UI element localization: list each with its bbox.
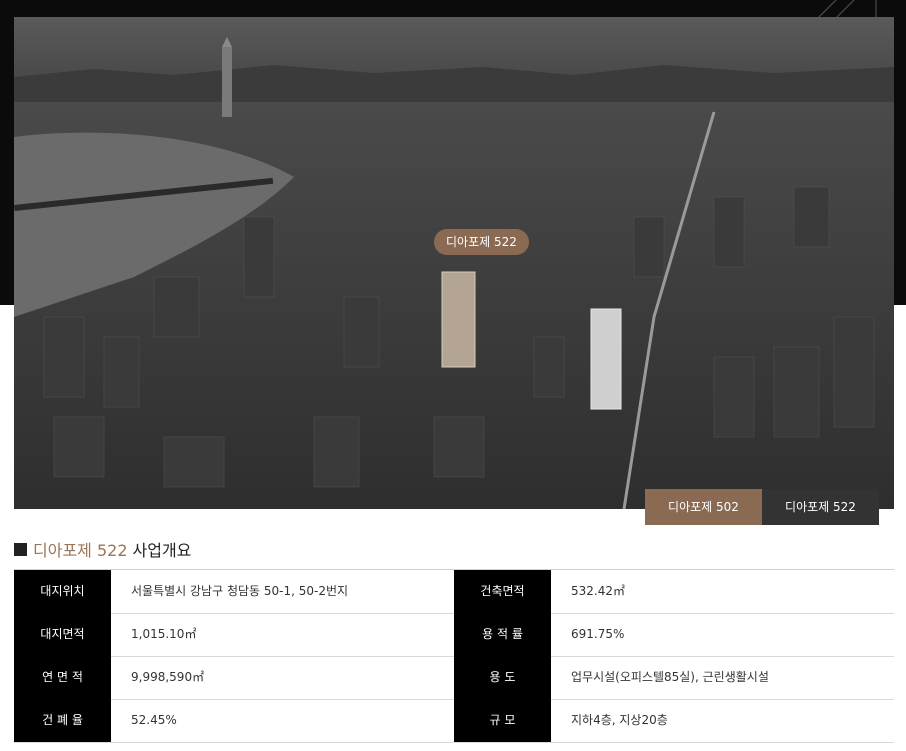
section-title-accent: 디아포제 522	[33, 541, 128, 560]
row-label: 건축면적	[454, 570, 551, 613]
section-title: 디아포제 522 사업개요	[14, 537, 191, 561]
map-marker-label: 디아포제 522	[434, 229, 529, 255]
row-label: 용 적 률	[454, 613, 551, 656]
overview-table: 대지위치 서울특별시 강남구 청담동 50-1, 50-2번지 건축면적 532…	[14, 569, 894, 743]
row-label: 건 폐 율	[14, 699, 111, 742]
table-row: 건 폐 율 52.45% 규 모 지하4층, 지상20층	[14, 699, 894, 743]
row-label: 규 모	[454, 699, 551, 742]
square-bullet-icon	[14, 542, 27, 556]
row-value: 532.42㎡	[571, 584, 625, 598]
row-label: 연 면 적	[14, 656, 111, 699]
row-value: 691.75%	[571, 627, 625, 641]
table-row: 연 면 적 9,998,590㎡ 용 도 업무시설(오피스텔85실), 근린생활…	[14, 656, 894, 700]
row-label: 대지면적	[14, 613, 111, 656]
table-row: 대지위치 서울특별시 강남구 청담동 50-1, 50-2번지 건축면적 532…	[14, 570, 894, 614]
tab-diapoje-522[interactable]: 디아포제 522	[762, 489, 879, 525]
row-value: 업무시설(오피스텔85실), 근린생활시설	[571, 670, 769, 684]
row-value: 1,015.10㎡	[131, 627, 197, 641]
row-value: 52.45%	[131, 713, 177, 727]
table-row: 대지면적 1,015.10㎡ 용 적 률 691.75%	[14, 613, 894, 657]
aerial-city-photo: 디아포제 522	[14, 17, 894, 509]
city-illustration	[14, 17, 894, 509]
row-value: 지하4층, 지상20층	[571, 713, 668, 727]
row-label: 대지위치	[14, 570, 111, 613]
tab-diapoje-502[interactable]: 디아포제 502	[645, 489, 762, 525]
section-title-text: 사업개요	[132, 541, 192, 560]
row-value: 서울특별시 강남구 청담동 50-1, 50-2번지	[131, 584, 349, 598]
row-value: 9,998,590㎡	[131, 670, 205, 684]
row-label: 용 도	[454, 656, 551, 699]
